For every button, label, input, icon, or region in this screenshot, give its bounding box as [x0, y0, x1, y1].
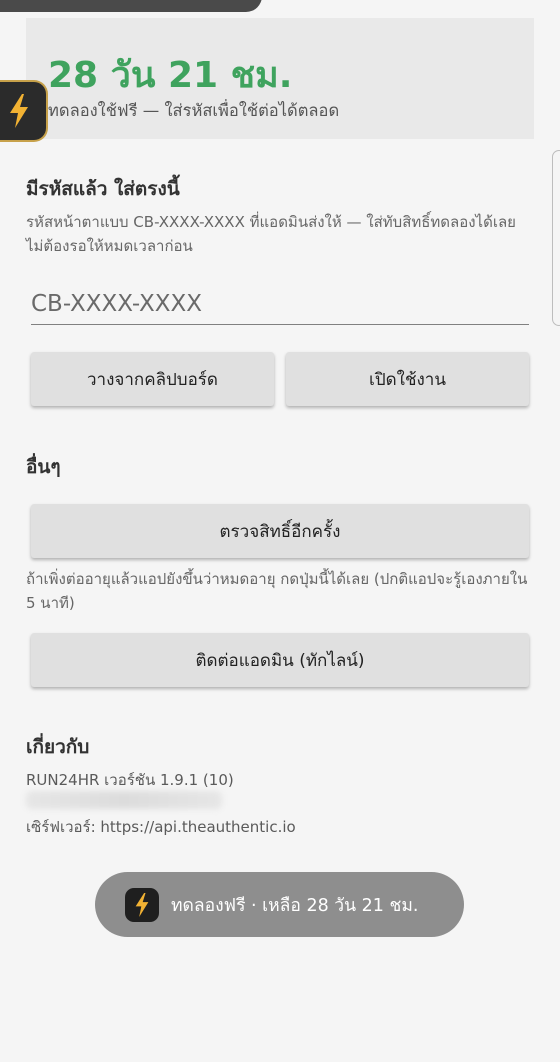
- trial-toast: ทดลองฟรี · เหลือ 28 วัน 21 ชม.: [95, 872, 464, 937]
- top-status-pill: [0, 0, 262, 12]
- toast-app-icon: [125, 887, 159, 922]
- activate-button[interactable]: เปิดใช้งาน: [286, 352, 529, 406]
- lightning-bolt-icon: [135, 892, 149, 917]
- trial-days-remaining: 28 วัน 21 ชม.: [48, 55, 293, 96]
- toast-text: ทดลองฟรี · เหลือ 28 วัน 21 ชม.: [171, 895, 419, 916]
- trial-status-card: 28 วัน 21 ชม. ทดลองใช้ฟรี — ใส่รหัสเพื่อ…: [26, 18, 534, 139]
- server-url: เซิร์ฟเวอร์: https://api.theauthentic.io: [26, 818, 296, 836]
- recheck-helper-text: ถ้าเพิ่งต่ออายุแล้วแอปยังขึ้นว่าหมดอายุ …: [26, 570, 528, 612]
- side-edge-handle[interactable]: [552, 150, 560, 326]
- app-version: RUN24HR เวอร์ชัน 1.9.1 (10): [26, 771, 234, 789]
- recheck-license-button[interactable]: ตรวจสิทธิ์อีกครั้ง: [31, 504, 529, 558]
- about-section-title: เกี่ยวกับ: [26, 736, 90, 758]
- floating-bolt-button[interactable]: [0, 80, 48, 142]
- code-input[interactable]: [31, 284, 529, 325]
- contact-admin-button[interactable]: ติดต่อแอดมิน (ทักไลน์): [31, 633, 529, 687]
- lightning-bolt-icon: [10, 94, 28, 128]
- other-section-title: อื่นๆ: [26, 456, 61, 478]
- redeem-section-title: มีรหัสแล้ว ใส่ตรงนี้: [26, 178, 180, 200]
- trial-subtitle: ทดลองใช้ฟรี — ใส่รหัสเพื่อใช้ต่อได้ตลอด: [48, 101, 340, 120]
- paste-from-clipboard-button[interactable]: วางจากคลิปบอร์ด: [31, 352, 274, 406]
- redacted-device-id: [26, 791, 222, 809]
- redeem-helper-text: รหัสหน้าตาแบบ CB-XXXX-XXXX ที่แอดมินส่งใ…: [26, 213, 516, 255]
